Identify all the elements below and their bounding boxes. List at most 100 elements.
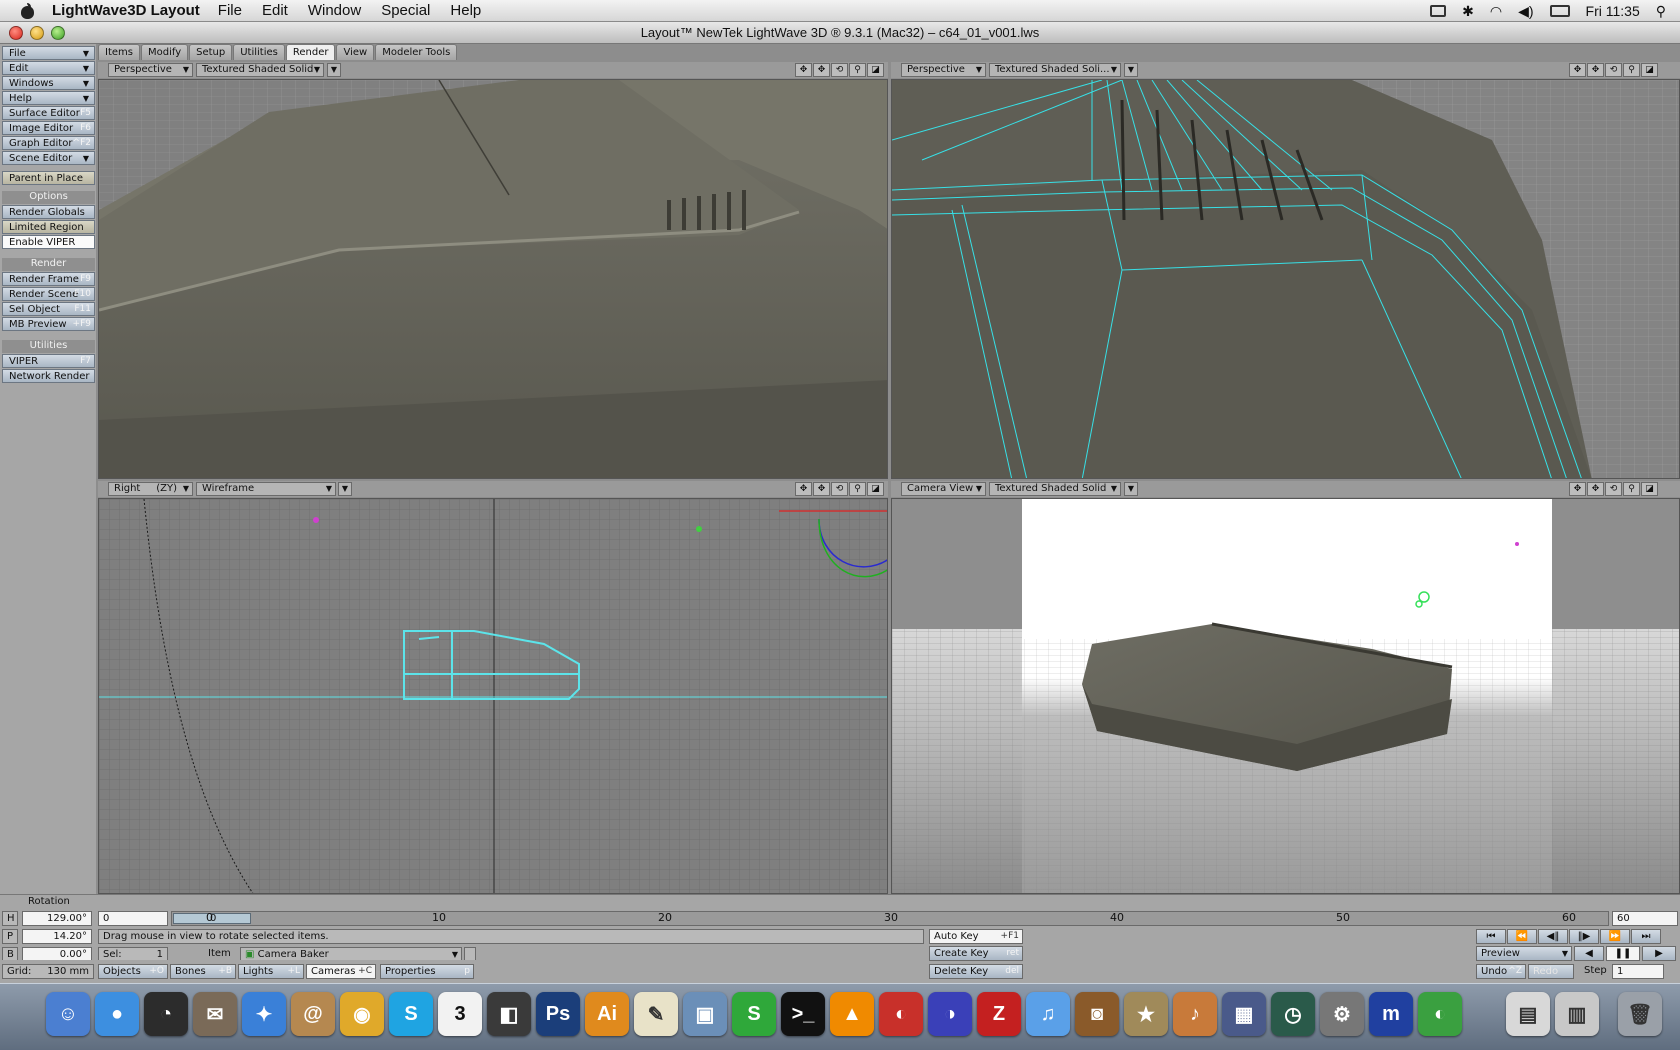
tab-items[interactable]: Items: [98, 44, 140, 60]
next-key-icon[interactable]: ⏩: [1600, 929, 1630, 944]
next-frame-icon[interactable]: ‖▶: [1569, 929, 1599, 944]
create-key-button[interactable]: Create Key ret: [929, 946, 1023, 961]
viewport-bottom-left[interactable]: [98, 498, 888, 894]
heading-field[interactable]: 129.00°: [22, 911, 92, 926]
vlc-icon[interactable]: ▲: [830, 992, 874, 1036]
viewport-options-button[interactable]: ▼: [338, 482, 352, 496]
preview-select[interactable]: Preview ▼: [1476, 946, 1572, 961]
minimize-window-button[interactable]: [30, 26, 44, 40]
cameras-button[interactable]: Cameras +C: [306, 964, 376, 979]
time-machine-icon[interactable]: ◷: [1271, 992, 1315, 1036]
step-field[interactable]: 1: [1612, 964, 1664, 979]
ical-icon[interactable]: 3: [438, 992, 482, 1036]
previous-frame-icon[interactable]: ◀‖: [1538, 929, 1568, 944]
hub-icon[interactable]: ◐: [1418, 992, 1462, 1036]
maximize-view-icon[interactable]: ◪: [867, 63, 884, 77]
move-view-icon[interactable]: ✥: [795, 482, 812, 496]
battery-icon[interactable]: [1549, 5, 1570, 17]
zoom-window-button[interactable]: [51, 26, 65, 40]
play-reverse-icon[interactable]: ◀: [1574, 946, 1604, 961]
trash-icon[interactable]: 🗑: [1618, 992, 1662, 1036]
tab-utilities[interactable]: Utilities: [233, 44, 285, 60]
address-book-icon[interactable]: @: [291, 992, 335, 1036]
pan-view-icon[interactable]: ✥: [1587, 482, 1604, 496]
go-to-start-icon[interactable]: ⏮: [1476, 929, 1506, 944]
go-to-end-icon[interactable]: ⏭: [1631, 929, 1661, 944]
move-view-icon[interactable]: ✥: [795, 63, 812, 77]
iphoto-icon[interactable]: ▣: [683, 992, 727, 1036]
bones-button[interactable]: Bones +B: [170, 964, 236, 979]
mail-icon[interactable]: ✉: [193, 992, 237, 1036]
rotate-view-icon[interactable]: ⟲: [1605, 482, 1622, 496]
adium-icon[interactable]: ◉: [340, 992, 384, 1036]
skype-icon[interactable]: S: [389, 992, 433, 1036]
move-view-icon[interactable]: ✥: [1569, 63, 1586, 77]
auto-key-button[interactable]: Auto Key +F1: [929, 929, 1023, 944]
terminal-icon[interactable]: >_: [781, 992, 825, 1036]
app-menu[interactable]: LightWave3D Layout: [52, 2, 200, 19]
tab-modeler-tools[interactable]: Modeler Tools: [375, 44, 458, 60]
viewport-options-button[interactable]: ▼: [327, 63, 341, 77]
objects-button[interactable]: Objects +O: [98, 964, 168, 979]
lights-button[interactable]: Lights +L: [238, 964, 304, 979]
rotate-view-icon[interactable]: ⟲: [1605, 63, 1622, 77]
clock[interactable]: Fri 11:35: [1586, 3, 1640, 19]
menu-edit[interactable]: Edit: [262, 2, 288, 19]
view-type-select[interactable]: Perspective ▼: [901, 63, 986, 77]
zoom-view-icon[interactable]: ⚲: [849, 63, 866, 77]
garageband-icon[interactable]: ♪: [1173, 992, 1217, 1036]
viewport-bottom-right[interactable]: [891, 498, 1680, 894]
spaces-icon[interactable]: ▦: [1222, 992, 1266, 1036]
render-mode-select[interactable]: Textured Shaded Soli... ▼: [989, 63, 1121, 77]
viewport-options-button[interactable]: ▼: [1124, 63, 1138, 77]
limited-region-button[interactable]: Limited Region: [2, 220, 95, 234]
render-mode-select[interactable]: Textured Shaded Solid ▼: [196, 63, 324, 77]
maximize-view-icon[interactable]: ◪: [867, 482, 884, 496]
spotlight-icon[interactable]: ⚲: [1656, 3, 1666, 20]
menu-file[interactable]: File: [218, 2, 242, 19]
zoom-view-icon[interactable]: ⚲: [1623, 482, 1640, 496]
viewport-options-button[interactable]: ▼: [1124, 482, 1138, 496]
pause-icon[interactable]: ❚❚: [1606, 946, 1640, 961]
scene-editor-button[interactable]: Scene Editor: [2, 151, 95, 165]
render-frame-button[interactable]: Render Frame F9: [2, 272, 95, 286]
imovie-icon[interactable]: ★: [1124, 992, 1168, 1036]
render-mode-select[interactable]: Wireframe ▼: [196, 482, 336, 496]
display-icon[interactable]: [1430, 5, 1447, 17]
maximize-view-icon[interactable]: ◪: [1641, 482, 1658, 496]
m-app-icon[interactable]: m: [1369, 992, 1413, 1036]
start-frame-field[interactable]: 0: [98, 911, 168, 926]
move-view-icon[interactable]: ✥: [1569, 482, 1586, 496]
menu-window[interactable]: Window: [308, 2, 361, 19]
menu-special[interactable]: Special: [381, 2, 430, 19]
rotate-view-icon[interactable]: ⟲: [831, 482, 848, 496]
file-menu-button[interactable]: File: [2, 46, 95, 60]
view-type-select[interactable]: Perspective ▼: [108, 63, 193, 77]
system-preferences-icon[interactable]: ⚙: [1320, 992, 1364, 1036]
finder-icon[interactable]: ☺: [46, 992, 90, 1036]
sel-object-button[interactable]: Sel Object F11: [2, 302, 95, 316]
pan-view-icon[interactable]: ✥: [1587, 63, 1604, 77]
redo-button[interactable]: Redo: [1528, 964, 1574, 979]
viewport-top-left[interactable]: [98, 79, 888, 479]
tab-view[interactable]: View: [336, 44, 375, 60]
viewport-top-right[interactable]: [891, 79, 1680, 479]
end-frame-field[interactable]: 60: [1612, 911, 1678, 926]
edit-menu-button[interactable]: Edit: [2, 61, 95, 75]
documents-stack-icon[interactable]: ▤: [1506, 992, 1550, 1036]
safari-icon[interactable]: ✦: [242, 992, 286, 1036]
s-app-icon[interactable]: S: [732, 992, 776, 1036]
tab-render[interactable]: Render: [285, 44, 336, 60]
mb-preview-button[interactable]: MB Preview +F9: [2, 317, 95, 331]
render-globals-button[interactable]: Render Globals: [2, 205, 95, 219]
close-window-button[interactable]: [9, 26, 23, 40]
image-editor-button[interactable]: Image Editor F6: [2, 121, 95, 135]
help-menu-button[interactable]: Help: [2, 91, 95, 105]
itunes-icon[interactable]: ♫: [1026, 992, 1070, 1036]
pan-view-icon[interactable]: ✥: [813, 482, 830, 496]
viper-button[interactable]: VIPER F7: [2, 354, 95, 368]
surface-editor-button[interactable]: Surface Editor F5: [2, 106, 95, 120]
pan-view-icon[interactable]: ✥: [813, 63, 830, 77]
pitch-field[interactable]: 14.20°: [22, 929, 92, 944]
rotate-view-icon[interactable]: ⟲: [831, 63, 848, 77]
